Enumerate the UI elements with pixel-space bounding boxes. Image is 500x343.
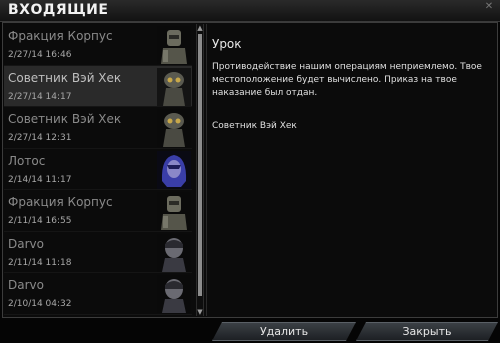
message-sender: Советник Вэй Хек	[8, 70, 122, 85]
message-date: 2/27/14 16:46	[8, 50, 72, 60]
message-item[interactable]: Darvo 2/11/14 11:18	[4, 232, 192, 273]
message-sender: Darvo	[8, 278, 44, 292]
message-sender: Фракция Корпус	[8, 195, 113, 209]
message-item[interactable]: Лотос 2/14/14 11:17	[4, 149, 192, 190]
message-date: 2/27/14 14:17	[8, 91, 72, 102]
vay-hek-portrait-icon	[157, 109, 191, 147]
message-sender: Darvo	[8, 236, 44, 251]
message-item-selected[interactable]: Советник Вэй Хек 2/27/14 14:17	[4, 65, 192, 107]
lotus-portrait-icon	[157, 150, 191, 189]
message-date: 2/14/14 11:17	[8, 174, 72, 185]
darvo-portrait-icon	[157, 233, 191, 272]
message-date: 2/27/14 12:31	[8, 133, 72, 143]
window-close-icon[interactable]: ✕	[482, 0, 496, 14]
message-date: 2/10/14 04:32	[8, 299, 72, 309]
message-item[interactable]: Darvo 2/10/14 04:32	[4, 273, 192, 315]
message-sender: Фракция Корпус	[8, 29, 113, 43]
message-date: 2/11/14 16:55	[8, 216, 72, 226]
close-button[interactable]: Закрыть	[356, 322, 498, 341]
delete-button[interactable]: Удалить	[212, 322, 356, 341]
corpus-soldier-portrait-icon	[157, 192, 191, 230]
vay-hek-portrait-icon	[157, 67, 191, 106]
darvo-portrait-icon	[157, 275, 191, 313]
message-item[interactable]: Фракция Корпус 2/27/14 16:46	[4, 24, 192, 66]
message-sender: Советник Вэй Хек	[8, 112, 122, 126]
message-subject: Урок	[212, 37, 242, 51]
message-sender: Лотос	[8, 153, 46, 168]
message-list: Фракция Корпус 2/27/14 16:46 Советник Вэ…	[4, 24, 192, 316]
message-date: 2/11/14 11:18	[8, 257, 72, 268]
title-bar: ВХОДЯЩИЕ ✕	[0, 0, 500, 22]
message-signature: Советник Вэй Хек	[212, 121, 297, 131]
message-list-scrollbar[interactable]: ▲ ▼	[196, 24, 204, 316]
message-reader: Урок Противодействие нашим операциям неп…	[206, 24, 496, 316]
window-title: ВХОДЯЩИЕ	[8, 2, 109, 18]
scroll-up-arrow-icon[interactable]: ▲	[197, 24, 203, 32]
message-body: Противодействие нашим операциям неприемл…	[212, 62, 482, 98]
scroll-down-arrow-icon[interactable]: ▼	[197, 308, 203, 316]
message-item[interactable]: Советник Вэй Хек 2/27/14 12:31	[4, 107, 192, 149]
scrollbar-thumb[interactable]	[198, 34, 202, 296]
message-item[interactable]: Фракция Корпус 2/11/14 16:55	[4, 190, 192, 232]
corpus-soldier-portrait-icon	[157, 26, 191, 64]
